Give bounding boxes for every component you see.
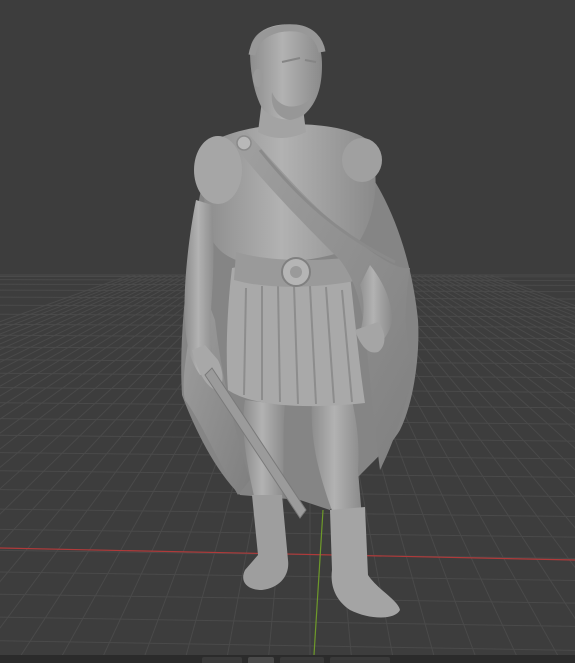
grid-line — [0, 274, 131, 323]
y-axis-line — [313, 509, 324, 656]
grid-line — [0, 274, 161, 345]
grid-line — [447, 274, 575, 336]
ear — [253, 69, 263, 87]
grid-line — [0, 274, 155, 340]
grid-line — [441, 274, 575, 341]
grid-line — [393, 274, 575, 415]
shoulder-brooch — [236, 135, 252, 151]
grid-line — [471, 274, 575, 317]
viewport-scene[interactable] — [0, 0, 575, 663]
3d-viewport[interactable] — [0, 0, 575, 663]
statue-model[interactable] — [181, 24, 419, 618]
strip-segment-active — [248, 657, 274, 663]
left-boot — [243, 495, 289, 590]
strip-segment — [202, 657, 242, 663]
grid-line — [459, 274, 575, 326]
grid-line — [0, 274, 197, 387]
grid-line — [417, 274, 575, 370]
grid-line — [0, 274, 215, 420]
grid-line — [0, 508, 575, 518]
grid-line — [0, 274, 179, 363]
right-shoulder — [342, 138, 382, 182]
grid-line — [0, 274, 185, 370]
grid-line — [0, 571, 575, 581]
strip-segment — [280, 657, 324, 663]
strip-segment — [330, 657, 390, 663]
bottom-status-strip — [0, 655, 575, 663]
grid-line — [0, 640, 575, 651]
grid-line — [0, 616, 575, 627]
right-boot — [330, 507, 400, 618]
left-shoulder — [194, 136, 242, 204]
grid-line — [489, 274, 575, 307]
grid-line — [465, 274, 575, 321]
grid-line — [0, 274, 203, 397]
belt-buckle-center — [290, 266, 302, 278]
